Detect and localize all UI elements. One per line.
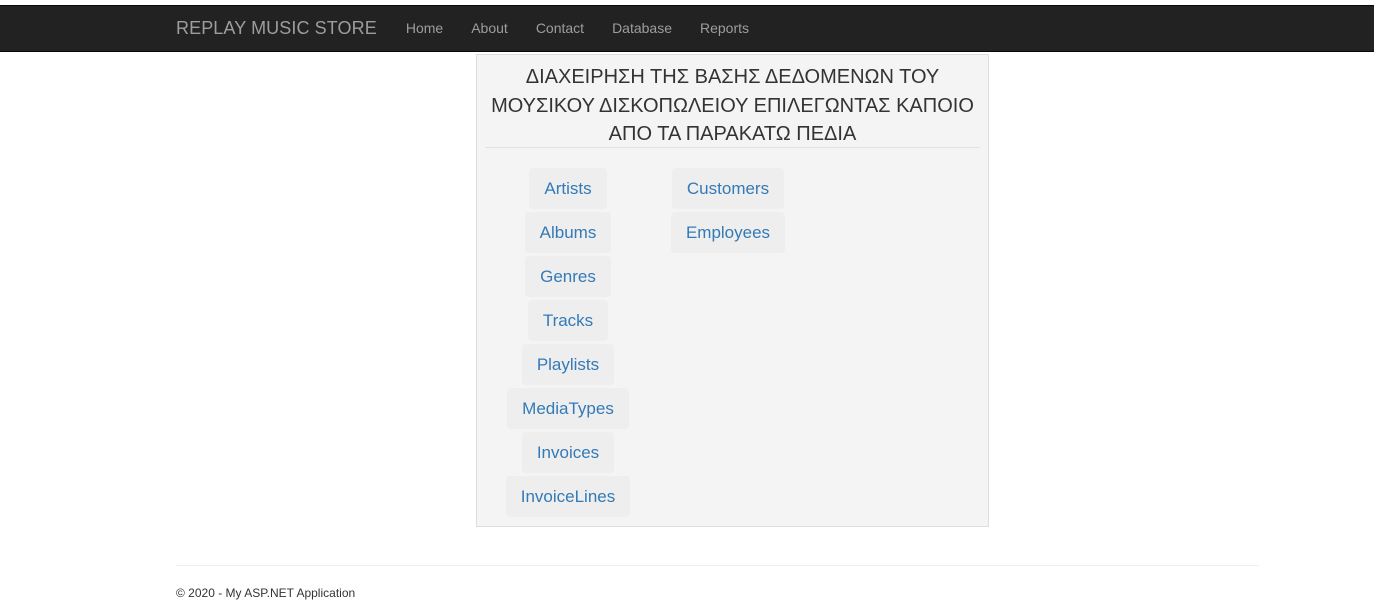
mediatypes-link[interactable]: MediaTypes	[507, 388, 629, 429]
playlists-link[interactable]: Playlists	[521, 344, 615, 385]
left-link-column: Artists Albums Genres Tracks Playlists M…	[505, 168, 631, 520]
invoicelines-link[interactable]: InvoiceLines	[505, 476, 631, 517]
nav-about-link[interactable]: About	[457, 5, 522, 52]
footer-divider	[176, 565, 1259, 566]
navbar: REPLAY MUSIC STORE Home About Contact Da…	[0, 5, 1374, 52]
panel-divider	[485, 147, 980, 148]
nav-contact-link[interactable]: Contact	[522, 5, 598, 52]
navbar-inner: REPLAY MUSIC STORE Home About Contact Da…	[176, 6, 763, 51]
brand-link[interactable]: REPLAY MUSIC STORE	[176, 18, 377, 39]
invoices-link[interactable]: Invoices	[521, 432, 615, 473]
artists-link[interactable]: Artists	[529, 168, 607, 209]
nav-reports-link[interactable]: Reports	[686, 5, 763, 52]
tracks-link[interactable]: Tracks	[527, 300, 609, 341]
employees-link[interactable]: Employees	[670, 212, 786, 253]
footer-copyright: © 2020 - My ASP.NET Application	[176, 586, 356, 600]
customers-link[interactable]: Customers	[671, 168, 785, 209]
albums-link[interactable]: Albums	[524, 212, 612, 253]
nav-home-link[interactable]: Home	[392, 5, 457, 52]
right-link-column: Customers Employees	[670, 168, 786, 256]
nav-database-link[interactable]: Database	[598, 5, 686, 52]
panel-title: ΔΙΑΧΕΙΡΗΣΗ ΤΗΣ ΒΑΣΗΣ ΔΕΔΟΜΕΝΩΝ ΤΟΥ ΜΟΥΣΙ…	[491, 66, 974, 145]
database-panel: ΔΙΑΧΕΙΡΗΣΗ ΤΗΣ ΒΑΣΗΣ ΔΕΔΟΜΕΝΩΝ ΤΟΥ ΜΟΥΣΙ…	[476, 54, 989, 527]
genres-link[interactable]: Genres	[525, 256, 611, 297]
